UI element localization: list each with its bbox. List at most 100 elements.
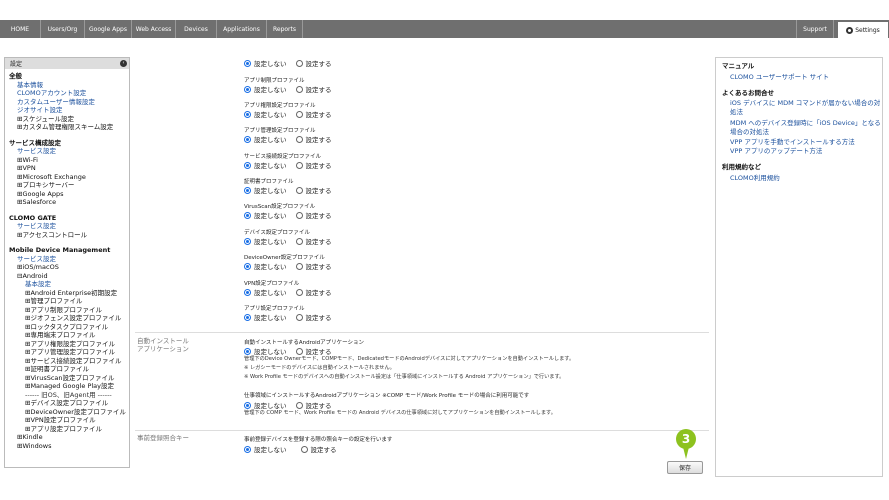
faq-link[interactable]: VPP アプリのアップデート方法 xyxy=(730,147,822,156)
sidebar-item[interactable]: サービス設定 xyxy=(17,255,56,264)
radio-not-set[interactable] xyxy=(244,85,251,93)
faq-link[interactable]: 処法 xyxy=(730,108,743,117)
nav-settings-tab[interactable]: Settings xyxy=(838,21,888,38)
manual-link[interactable]: CLOMO ユーザーサポート サイト xyxy=(730,73,829,82)
sidebar-item[interactable]: ⊞サービス接続設定プロファイル xyxy=(25,357,121,366)
sidebar-header: 設定 ‹ xyxy=(5,58,129,69)
sidebar-item[interactable]: ⊟Android xyxy=(17,272,48,281)
radio-set[interactable] xyxy=(295,347,303,355)
radio-not-set[interactable] xyxy=(244,161,251,169)
sidebar-item[interactable]: ⊞Wi-Fi xyxy=(17,156,38,165)
profile-field-label: DeviceOwner設定プロファイル xyxy=(244,255,325,261)
profile-radio-group: 設定しない 設定する xyxy=(244,236,332,246)
faq-link[interactable]: MDM へのデバイス登録時に「iOS Device」となる xyxy=(730,119,881,128)
radio-not-set[interactable] xyxy=(244,347,251,355)
radio-set[interactable] xyxy=(295,211,303,219)
radio-set[interactable] xyxy=(295,161,303,169)
prereg-field-label: 事前登録デバイスを登録する際の照合キーの設定を行います xyxy=(244,437,393,443)
sidebar-item[interactable]: ⊞VirusScan設定プロファイル xyxy=(25,374,115,383)
radio-not-set[interactable] xyxy=(244,110,251,118)
sidebar-item[interactable]: ⊞アクセスコントロール xyxy=(17,231,87,240)
nav-devices[interactable]: Devices xyxy=(176,20,217,38)
nav-support[interactable]: Support xyxy=(796,20,834,38)
sidebar-item[interactable]: サービス設定 xyxy=(17,222,56,231)
sidebar-item[interactable]: ⊞Microsoft Exchange xyxy=(17,173,86,182)
radio-set[interactable] xyxy=(295,313,303,321)
radio-not-set[interactable] xyxy=(244,313,251,321)
sidebar-item[interactable]: ⊞Android Enterprise初期設定 xyxy=(25,289,117,298)
sidebar-item[interactable]: ⊞アプリ設定プロファイル xyxy=(25,425,102,434)
faq-link[interactable]: VPP アプリを手動でインストールする方法 xyxy=(730,138,855,147)
sidebar-item[interactable]: ⊞VPN xyxy=(17,164,36,173)
radio-not-set[interactable] xyxy=(244,288,251,296)
sidebar-item[interactable]: ⊞カスタム管理権限スキーム設定 xyxy=(17,123,113,132)
sidebar-item[interactable]: ⊞Managed Google Play設定 xyxy=(25,382,114,391)
profile-field-label: アプリ制限プロファイル xyxy=(244,78,305,84)
nav-reports[interactable]: Reports xyxy=(267,20,303,38)
radio-set[interactable] xyxy=(295,288,303,296)
profile-radio-group: 設定しない 設定する xyxy=(244,185,332,195)
sidebar-item[interactable]: ⊞Salesforce xyxy=(17,198,56,207)
radio-not-set-label: 設定しない xyxy=(254,162,287,170)
sidebar-item[interactable]: ⊞iOS/macOS xyxy=(17,263,59,272)
radio-set[interactable] xyxy=(295,135,303,143)
sidebar-item[interactable]: ⊞ジオフェンス設定プロファイル xyxy=(25,314,121,323)
sidebar-item[interactable]: ⊞専用端末プロファイル xyxy=(25,331,95,340)
radio-not-set[interactable] xyxy=(244,237,251,245)
nav-home[interactable]: HOME xyxy=(0,20,41,38)
nav-applications[interactable]: Applications xyxy=(217,20,267,38)
nav-web-access[interactable]: Web Access xyxy=(132,20,176,38)
faq-link[interactable]: 場合の対処法 xyxy=(730,128,769,137)
sidebar-item[interactable]: ⊞証明書プロファイル xyxy=(25,365,89,374)
terms-link[interactable]: CLOMO利用規約 xyxy=(730,174,780,183)
radio-set[interactable] xyxy=(300,445,308,453)
sidebar-item[interactable]: ⊞管理プロファイル xyxy=(25,297,82,306)
sidebar-item[interactable]: 基本情報 xyxy=(17,81,43,90)
nav-google-apps[interactable]: Google Apps xyxy=(85,20,132,38)
radio-set[interactable] xyxy=(295,262,303,270)
radio-not-set-label: 設定しない xyxy=(254,289,287,297)
save-button[interactable]: 保存 xyxy=(667,461,703,474)
sidebar-item[interactable]: ⊞アプリ制限プロファイル xyxy=(25,306,102,315)
sidebar-item[interactable]: ジオサイト設定 xyxy=(17,106,63,115)
radio-not-set[interactable] xyxy=(244,262,251,270)
radio-set[interactable] xyxy=(295,110,303,118)
sidebar-item[interactable]: ⊞プロキシサーバー xyxy=(17,181,74,190)
radio-set[interactable] xyxy=(295,59,303,67)
radio-not-set[interactable] xyxy=(244,186,251,194)
profile-radio-group: 設定しない 設定する xyxy=(244,134,332,144)
radio-set[interactable] xyxy=(295,401,303,409)
sidebar-item[interactable]: CLOMOアカウント設定 xyxy=(17,89,86,98)
faq-heading: よくあるお問合せ xyxy=(722,89,774,97)
radio-not-set[interactable] xyxy=(244,445,251,453)
sidebar-item[interactable]: ⊞ロックタスクプロファイル xyxy=(25,323,108,332)
faq-link[interactable]: iOS デバイスに MDM コマンドが届かない場合の対 xyxy=(730,99,880,108)
radio-not-set[interactable] xyxy=(244,59,251,67)
radio-not-set[interactable] xyxy=(244,135,251,143)
radio-set[interactable] xyxy=(295,237,303,245)
sidebar-item[interactable]: ⊞Google Apps xyxy=(17,190,64,199)
radio-set[interactable] xyxy=(295,85,303,93)
nav-users-org[interactable]: Users/Org xyxy=(41,20,85,38)
radio-not-set[interactable] xyxy=(244,211,251,219)
sidebar-item[interactable]: ⊞DeviceOwner設定プロファイル xyxy=(25,408,126,417)
radio-set[interactable] xyxy=(295,186,303,194)
sidebar-item[interactable]: サービス設定 xyxy=(17,147,56,156)
radio-set-label: 設定する xyxy=(305,60,332,68)
sidebar-item[interactable]: ⊞アプリ権限設定プロファイル xyxy=(25,340,115,349)
profile-radio-group: 設定しない 設定する xyxy=(244,312,332,322)
radio-set-label: 設定する xyxy=(310,446,337,454)
radio-not-set-label: 設定しない xyxy=(254,111,287,119)
sidebar-item[interactable]: ⊞Kindle xyxy=(17,433,43,442)
sidebar-item[interactable]: ⊞アプリ管理設定プロファイル xyxy=(25,348,115,357)
sidebar-item[interactable]: ⊞デバイス設定プロファイル xyxy=(25,399,108,408)
sidebar-item[interactable]: 基本設定 xyxy=(25,280,51,289)
sidebar-item[interactable]: カスタムユーザー情報設定 xyxy=(17,98,95,107)
profile-field-label: アプリ権限設定プロファイル xyxy=(244,103,316,109)
sidebar-item[interactable]: ⊞Windows xyxy=(17,442,51,451)
radio-not-set[interactable] xyxy=(244,401,251,409)
collapse-icon[interactable]: ‹ xyxy=(120,60,127,67)
sidebar-item[interactable]: ⊞スケジュール設定 xyxy=(17,115,74,124)
sidebar-item[interactable]: ⊞VPN設定プロファイル xyxy=(25,416,96,425)
